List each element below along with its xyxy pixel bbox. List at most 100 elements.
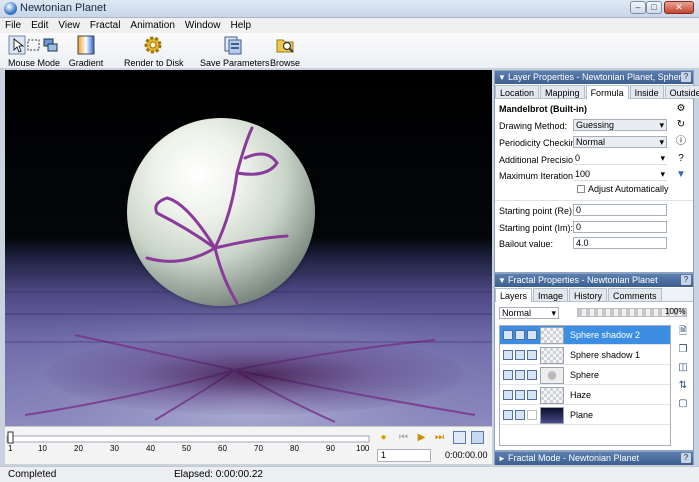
menu-fractal[interactable]: Fractal [85, 18, 126, 33]
precision-select[interactable]: 0 [573, 153, 667, 165]
visibility-icon[interactable] [503, 330, 513, 340]
fractal-render-view[interactable] [5, 70, 492, 426]
visibility-icon[interactable] [503, 370, 513, 380]
tab-location[interactable]: Location [495, 85, 540, 98]
expand-down-icon[interactable]: ▼ [675, 169, 687, 181]
tick-label: 30 [110, 444, 119, 453]
expand-arrow-icon[interactable]: ► [498, 452, 506, 465]
start-re-label: Starting point (Re): [499, 206, 575, 216]
maximize-button[interactable]: □ [646, 1, 662, 14]
app-icon [4, 2, 17, 15]
tab-outside[interactable]: Outside [664, 85, 699, 98]
mask-icon[interactable] [527, 350, 537, 360]
start-re-input[interactable]: 0 [573, 204, 667, 216]
help-question-icon[interactable]: ? [675, 153, 687, 165]
layer-properties-header[interactable]: ▼ Layer Properties - Newtonian Planet, S… [495, 71, 693, 84]
visibility-icon[interactable] [503, 350, 513, 360]
blend-mode-select[interactable]: Normal [499, 307, 559, 319]
periodicity-label: Periodicity Checking: [499, 138, 584, 148]
merge-layer-icon[interactable]: ◫ [677, 362, 689, 374]
mask-icon[interactable] [527, 370, 537, 380]
menu-help[interactable]: Help [225, 18, 256, 33]
menu-view[interactable]: View [53, 18, 85, 33]
animation-timeline: 1 10 20 30 40 50 60 70 80 90 100 ● ⏮ ▶ ⏭… [5, 426, 492, 464]
tab-image[interactable]: Image [533, 288, 569, 301]
menu-edit[interactable]: Edit [26, 18, 53, 33]
last-frame-button[interactable]: ⏭ [433, 431, 446, 444]
help-icon[interactable]: ? [681, 453, 691, 463]
drawing-method-select[interactable]: Guessing [573, 119, 667, 131]
divider [495, 200, 693, 201]
bailout-label: Bailout value: [499, 239, 554, 249]
lock-icon[interactable] [515, 370, 525, 380]
collapse-arrow-icon[interactable]: ▼ [498, 71, 506, 84]
help-icon[interactable]: ? [681, 72, 691, 82]
tab-inside[interactable]: Inside [629, 85, 664, 98]
lock-icon[interactable] [515, 410, 525, 420]
visibility-icon[interactable] [503, 390, 513, 400]
layer-name: Plane [570, 410, 594, 420]
duplicate-layer-icon[interactable]: ❐ [677, 344, 689, 356]
fractal-properties-header[interactable]: ▼ Fractal Properties - Newtonian Planet … [495, 274, 693, 287]
help-icon[interactable]: ? [681, 275, 691, 285]
browse-button[interactable]: Browse [268, 33, 302, 69]
mask-icon[interactable] [527, 390, 537, 400]
tick-label: 70 [254, 444, 263, 453]
first-frame-button[interactable]: ⏮ [397, 431, 410, 444]
tick-label: 100 [356, 444, 370, 453]
collapse-arrow-icon[interactable]: ▼ [498, 274, 506, 287]
refresh-icon[interactable]: ↻ [675, 119, 687, 131]
timeline-settings-icon[interactable] [453, 431, 466, 444]
sphere-fractal-pattern [145, 126, 289, 305]
mask-icon[interactable] [527, 330, 537, 340]
tab-layers[interactable]: Layers [495, 288, 533, 302]
layer-row[interactable]: Sphere [500, 366, 670, 385]
lock-icon[interactable] [515, 330, 525, 340]
fractal-mode-header[interactable]: ► Fractal Mode - Newtonian Planet ? [495, 452, 693, 465]
menu-window[interactable]: Window [180, 18, 226, 33]
lock-icon[interactable] [515, 350, 525, 360]
bailout-input[interactable]: 4.0 [573, 237, 667, 249]
visibility-icon[interactable] [503, 410, 513, 420]
tab-formula[interactable]: Formula [585, 85, 629, 99]
minimize-button[interactable]: – [630, 1, 646, 14]
layer-row[interactable]: Haze [500, 386, 670, 405]
lock-icon[interactable] [515, 390, 525, 400]
mouse-mode-button[interactable]: Mouse Mode [6, 33, 62, 69]
fractal-properties-title: Fractal Properties - Newtonian Planet [508, 275, 658, 285]
save-parameters-label: Save Parameters [200, 58, 270, 68]
render-to-disk-button[interactable]: Render to Disk [124, 33, 184, 69]
timeline-view-icon[interactable] [471, 431, 484, 444]
precision-label: Additional Precision: [499, 155, 581, 165]
start-im-input[interactable]: 0 [573, 221, 667, 233]
periodicity-select[interactable]: Normal [573, 136, 667, 148]
max-iterations-select[interactable]: 100 [573, 169, 667, 181]
close-button[interactable]: ✕ [664, 1, 694, 14]
play-button[interactable]: ▶ [415, 431, 428, 444]
new-layer-icon[interactable]: 🗎 [677, 326, 689, 338]
layer-row[interactable]: Sphere shadow 1 [500, 346, 670, 365]
periodicity-info-icon[interactable]: ⓘ [675, 136, 687, 148]
layer-move-icon[interactable]: ⇅ [677, 380, 689, 392]
record-keyframe-button[interactable]: ● [377, 431, 390, 444]
frame-number-input[interactable]: 1 [377, 449, 431, 462]
layer-name: Sphere [570, 370, 600, 380]
delete-layer-icon[interactable]: ▢ [677, 398, 689, 410]
tab-history[interactable]: History [569, 288, 608, 301]
adjust-automatically-checkbox[interactable] [577, 185, 585, 193]
save-parameters-button[interactable]: Save Parameters [200, 33, 270, 69]
formula-browse-icon[interactable]: ⚙ [675, 103, 687, 115]
menu-file[interactable]: File [0, 18, 26, 33]
mask-icon[interactable] [527, 410, 537, 420]
tab-comments[interactable]: Comments [608, 288, 662, 301]
layer-row[interactable]: Plane [500, 406, 670, 425]
tab-mapping[interactable]: Mapping [540, 85, 585, 98]
layer-thumbnail [540, 407, 564, 424]
tick-label: 90 [326, 444, 335, 453]
gradient-button[interactable]: Gradient [66, 33, 106, 69]
status-text: Completed [8, 469, 57, 480]
menu-animation[interactable]: Animation [125, 18, 179, 33]
layer-row[interactable]: Sphere shadow 2 [500, 326, 670, 345]
fractal-mode-panel: ► Fractal Mode - Newtonian Planet ? [494, 451, 694, 465]
timeline-ruler[interactable]: 1 10 20 30 40 50 60 70 80 90 100 [5, 430, 375, 456]
